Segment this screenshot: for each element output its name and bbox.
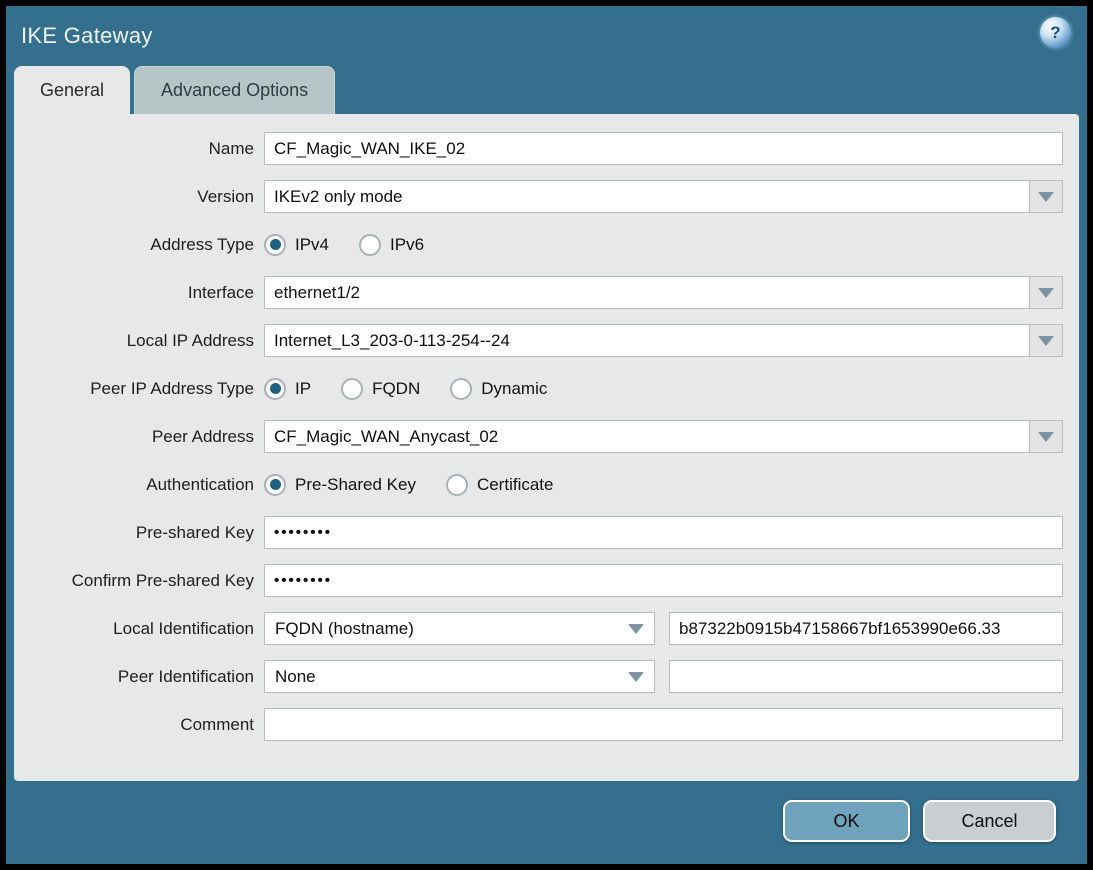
peer-identification-type-select[interactable]: None [264, 660, 655, 693]
pre-shared-key-label: Pre-shared Key [14, 523, 264, 543]
comment-row: Comment [14, 708, 1063, 741]
address-type-row: Address Type IPv4 IPv6 [14, 228, 1063, 261]
auth-certificate-label: Certificate [477, 475, 554, 495]
pre-shared-key-input[interactable] [264, 516, 1063, 549]
authentication-row: Authentication Pre-Shared Key Certificat… [14, 468, 1063, 501]
version-dropdown-button[interactable] [1029, 180, 1063, 213]
interface-input[interactable] [264, 276, 1029, 309]
peer-ip-address-type-row: Peer IP Address Type IP FQDN Dynamic [14, 372, 1063, 405]
peer-address-row: Peer Address [14, 420, 1063, 453]
cancel-button[interactable]: Cancel [923, 800, 1056, 842]
peer-identification-row: Peer Identification None [14, 660, 1063, 693]
comment-input[interactable] [264, 708, 1063, 741]
address-type-ipv6-radio[interactable] [359, 234, 381, 256]
local-ip-address-row: Local IP Address [14, 324, 1063, 357]
address-type-ipv6-label: IPv6 [390, 235, 424, 255]
dropdown-arrow-icon [1038, 288, 1054, 298]
dropdown-arrow-icon [1038, 432, 1054, 442]
peer-address-input[interactable] [264, 420, 1029, 453]
address-type-ipv4-label: IPv4 [295, 235, 329, 255]
version-label: Version [14, 187, 264, 207]
peer-identification-type-value: None [275, 667, 316, 687]
auth-certificate-radio[interactable] [446, 474, 468, 496]
question-mark-icon: ? [1050, 24, 1060, 41]
version-row: Version [14, 180, 1063, 213]
auth-pre-shared-key-label: Pre-Shared Key [295, 475, 416, 495]
ok-button[interactable]: OK [783, 800, 910, 842]
local-identification-value-input[interactable] [669, 612, 1063, 645]
dropdown-arrow-icon [628, 624, 644, 634]
address-type-ipv4-radio[interactable] [264, 234, 286, 256]
tab-general[interactable]: General [14, 66, 130, 114]
peer-address-dropdown-button[interactable] [1029, 420, 1063, 453]
footer-buttons: OK Cancel [783, 800, 1056, 842]
version-input[interactable] [264, 180, 1029, 213]
confirm-pre-shared-key-input[interactable] [264, 564, 1063, 597]
local-identification-type-value: FQDN (hostname) [275, 619, 414, 639]
local-identification-type-select[interactable]: FQDN (hostname) [264, 612, 655, 645]
address-type-label: Address Type [14, 235, 264, 255]
local-identification-row: Local Identification FQDN (hostname) [14, 612, 1063, 645]
peer-ip-address-type-label: Peer IP Address Type [14, 379, 264, 399]
peer-type-dynamic-label: Dynamic [481, 379, 547, 399]
peer-identification-label: Peer Identification [14, 667, 264, 687]
local-ip-address-dropdown-button[interactable] [1029, 324, 1063, 357]
name-input[interactable] [264, 132, 1063, 165]
confirm-pre-shared-key-label: Confirm Pre-shared Key [14, 571, 264, 591]
peer-type-fqdn-radio[interactable] [341, 378, 363, 400]
general-tab-panel: Name Version Address Type IPv4 [14, 114, 1079, 781]
comment-label: Comment [14, 715, 264, 735]
auth-pre-shared-key-radio[interactable] [264, 474, 286, 496]
local-identification-label: Local Identification [14, 619, 264, 639]
tab-bar: General Advanced Options [6, 66, 1087, 114]
ike-gateway-dialog: IKE Gateway ? General Advanced Options N… [6, 6, 1087, 864]
confirm-pre-shared-key-row: Confirm Pre-shared Key [14, 564, 1063, 597]
peer-type-fqdn-label: FQDN [372, 379, 420, 399]
dropdown-arrow-icon [1038, 336, 1054, 346]
local-ip-address-label: Local IP Address [14, 331, 264, 351]
peer-address-label: Peer Address [14, 427, 264, 447]
peer-type-ip-radio[interactable] [264, 378, 286, 400]
pre-shared-key-row: Pre-shared Key [14, 516, 1063, 549]
help-button[interactable]: ? [1040, 17, 1071, 48]
peer-type-dynamic-radio[interactable] [450, 378, 472, 400]
dialog-title: IKE Gateway [21, 23, 153, 49]
peer-identification-value-input[interactable] [669, 660, 1063, 693]
authentication-label: Authentication [14, 475, 264, 495]
interface-dropdown-button[interactable] [1029, 276, 1063, 309]
interface-row: Interface [14, 276, 1063, 309]
interface-label: Interface [14, 283, 264, 303]
dropdown-arrow-icon [1038, 192, 1054, 202]
local-ip-address-input[interactable] [264, 324, 1029, 357]
dropdown-arrow-icon [628, 672, 644, 682]
name-label: Name [14, 139, 264, 159]
peer-type-ip-label: IP [295, 379, 311, 399]
name-row: Name [14, 132, 1063, 165]
dialog-titlebar: IKE Gateway ? [6, 6, 1087, 66]
tab-advanced-options[interactable]: Advanced Options [134, 66, 335, 114]
